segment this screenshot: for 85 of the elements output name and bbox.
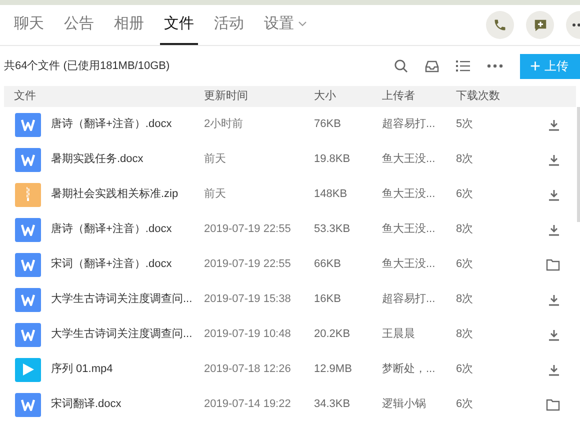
update-time: 2小时前 <box>204 117 244 132</box>
download-count: 8次 <box>456 152 474 168</box>
phone-icon <box>493 18 507 32</box>
word-file-icon <box>15 218 41 242</box>
download-count: 6次 <box>456 397 474 412</box>
file-name[interactable]: 大学生古诗词关注度调查问... <box>51 291 192 308</box>
uploader-name[interactable]: 梦断处，... <box>382 361 436 378</box>
download-icon[interactable] <box>548 294 560 306</box>
uploader-name[interactable]: 超容易打... <box>382 291 436 308</box>
file-size: 16KB <box>314 292 341 308</box>
file-name[interactable]: 唐诗（翻译+注音）.docx <box>51 221 172 238</box>
download-count: 6次 <box>456 257 474 272</box>
more-icon <box>572 23 580 27</box>
uploader-name[interactable]: 超容易打... <box>382 116 436 133</box>
tab[interactable]: 相册 <box>110 5 148 45</box>
search-icon[interactable] <box>394 59 408 73</box>
file-size: 53.3KB <box>314 222 350 238</box>
add-message-icon <box>532 18 548 32</box>
update-time: 前天 <box>204 152 226 168</box>
scrollbar[interactable] <box>577 107 580 222</box>
tab[interactable]: 设置 <box>260 5 311 45</box>
uploader-name[interactable]: 王晨晨 <box>382 326 415 343</box>
download-count: 8次 <box>456 222 474 238</box>
column-header[interactable]: 文件 <box>4 88 36 105</box>
word-file-icon <box>15 322 41 346</box>
update-time: 2019-07-19 22:55 <box>204 257 291 272</box>
column-header[interactable]: 大小 <box>314 88 336 105</box>
download-icon[interactable] <box>548 188 560 200</box>
file-size: 12.9MB <box>314 362 352 378</box>
file-size: 19.8KB <box>314 152 350 168</box>
uploader-name[interactable]: 鱼大王没... <box>382 256 436 273</box>
file-size: 148KB <box>314 187 348 202</box>
folder-icon[interactable] <box>546 398 560 410</box>
zip-file-icon <box>15 182 41 206</box>
video-file-icon <box>15 358 41 382</box>
word-file-icon <box>15 148 41 172</box>
inbox-icon[interactable] <box>425 60 439 72</box>
file-size: 66KB <box>314 257 341 272</box>
update-time: 2019-07-19 10:48 <box>204 327 291 342</box>
update-time: 前天 <box>204 187 226 202</box>
file-name[interactable]: 暑期实践任务.docx <box>51 151 144 168</box>
file-name[interactable]: 大学生古诗词关注度调查问... <box>51 326 192 343</box>
column-header[interactable]: 下载次数 <box>456 88 500 105</box>
file-count-text: 共64个文件 (已使用181MB/10GB) <box>4 58 170 74</box>
download-icon[interactable] <box>548 328 560 340</box>
download-icon[interactable] <box>548 118 560 130</box>
file-size: 20.2KB <box>314 327 350 342</box>
file-name[interactable]: 宋词翻译.docx <box>51 396 122 413</box>
word-file-icon <box>15 392 41 416</box>
word-file-icon <box>15 252 41 276</box>
update-time: 2019-07-19 15:38 <box>204 292 291 308</box>
word-file-icon <box>15 288 41 312</box>
tab[interactable]: 聊天 <box>10 5 48 45</box>
file-size: 76KB <box>314 117 341 132</box>
column-header[interactable]: 更新时间 <box>204 88 248 105</box>
uploader-name[interactable]: 鱼大王没... <box>382 186 436 203</box>
download-count: 8次 <box>456 292 474 308</box>
folder-icon[interactable] <box>546 258 560 270</box>
file-name[interactable]: 宋词（翻译+注音）.docx <box>51 256 172 273</box>
download-count: 8次 <box>456 327 474 342</box>
phone-button[interactable] <box>486 11 514 39</box>
uploader-name[interactable]: 逻辑小锅 <box>382 396 426 413</box>
update-time: 2019-07-18 12:26 <box>204 362 291 378</box>
download-count: 5次 <box>456 117 474 132</box>
download-count: 6次 <box>456 187 474 202</box>
download-icon[interactable] <box>548 154 560 166</box>
tab[interactable]: 活动 <box>210 5 248 45</box>
file-name[interactable]: 暑期社会实践相关标准.zip <box>51 186 178 203</box>
word-file-icon <box>15 112 41 136</box>
more-icon[interactable] <box>487 64 503 68</box>
tab[interactable]: 公告 <box>60 5 98 45</box>
download-icon[interactable] <box>548 224 560 236</box>
file-name[interactable]: 序列 01.mp4 <box>51 361 113 378</box>
file-size: 34.3KB <box>314 397 350 412</box>
tab[interactable]: 文件 <box>160 5 198 45</box>
uploader-name[interactable]: 鱼大王没... <box>382 151 436 168</box>
update-time: 2019-07-19 22:55 <box>204 222 291 238</box>
uploader-name[interactable]: 鱼大王没... <box>382 221 436 238</box>
file-name[interactable]: 唐诗（翻译+注音）.docx <box>51 116 172 133</box>
list-view-icon[interactable] <box>456 60 470 72</box>
message-button[interactable] <box>526 11 554 39</box>
column-header[interactable]: 上传者 <box>382 88 415 105</box>
update-time: 2019-07-14 19:22 <box>204 397 291 412</box>
download-count: 6次 <box>456 362 474 378</box>
download-icon[interactable] <box>548 364 560 376</box>
